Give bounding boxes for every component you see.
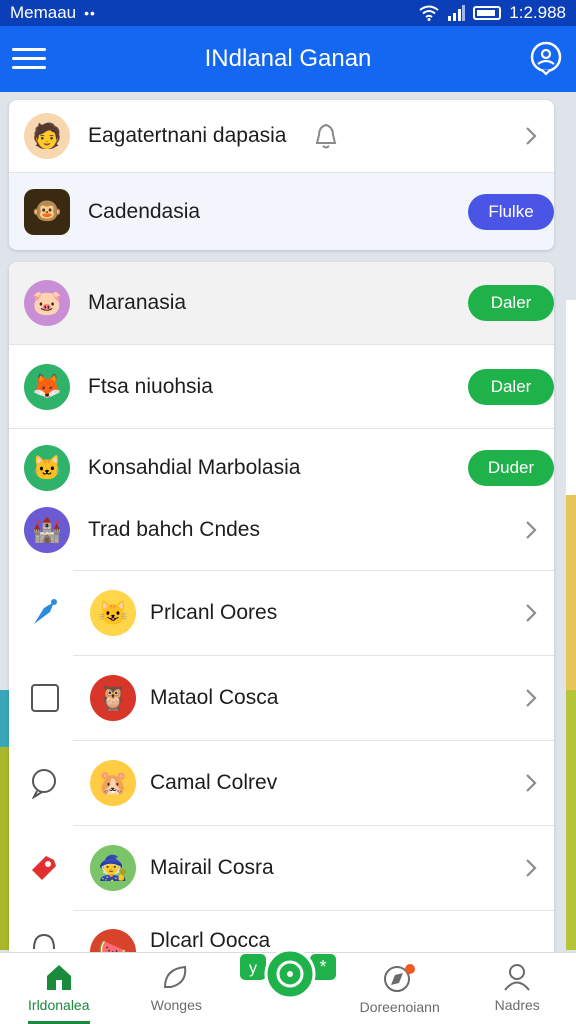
chevron-right-icon [526,689,537,707]
bell-icon[interactable] [311,121,341,151]
list-item-label: Maranasia [88,291,187,314]
list-item[interactable]: 🐱 Konsahdial Marbolasia Duder [9,429,554,507]
home-icon [46,965,71,990]
list-item-label: Camal Colrev [150,771,278,794]
list-item[interactable]: 🦊 Ftsa niuohsia Daler [9,345,554,428]
battery-icon [473,6,502,20]
support-chat-icon[interactable] [528,40,564,76]
follow-button[interactable]: Flulke [468,193,554,230]
nav-discover[interactable]: Doreenoiann [341,953,459,1024]
avatar: 🦉 [90,675,136,721]
deal-button[interactable]: Daler [468,368,554,405]
svg-text:y: y [249,960,257,977]
featured-card: 🧑 Eagatertnani dapasia 🐵 Cadendasia Flul… [9,100,554,250]
page-title: INdlanal Ganan [204,45,372,72]
list-item[interactable]: 🦉 Mataol Cosca [9,656,554,740]
avatar: 🦊 [24,363,70,410]
list-item[interactable]: 😺 Prlcanl Oores [9,571,554,655]
chevron-right-icon [526,521,537,539]
leaf-icon [164,965,187,988]
avatar: 🐵 [24,188,70,235]
main-list-card: 🐷 Maranasia Daler 🦊 Ftsa niuohsia Daler … [9,262,554,952]
notification-dots: •• [84,5,96,21]
avatar: 🧙 [90,845,136,891]
pin-icon [34,599,57,624]
list-item-label: Cadendasia [88,199,201,223]
headset-icon [33,933,55,950]
list-item-label: Prlcanl Oores [150,601,278,624]
wifi-icon [419,5,439,21]
nav-profile[interactable]: Nadres [458,953,576,1024]
list-item[interactable]: 🐷 Maranasia Daler [9,262,554,344]
deal-button[interactable]: Daler [468,285,554,321]
menu-button[interactable] [12,44,46,74]
background-strip-right [566,300,576,950]
square-icon [31,684,59,712]
hamburger-icon-line [12,57,46,60]
list-item-label: Mataol Cosca [150,686,279,709]
nav-wonges[interactable]: Wonges [118,953,236,1024]
nav-label: Doreenoiann [359,999,440,1015]
svg-text:*: * [319,957,326,977]
hamburger-icon-line [12,66,46,69]
nav-home[interactable]: Irldonalea [0,953,118,1024]
avatar: 🧑 [24,113,70,159]
hamburger-icon [12,48,46,51]
avatar: 😺 [90,590,136,636]
chevron-right-icon [526,604,537,622]
list-item[interactable]: 🧑 Eagatertnani dapasia [9,100,554,172]
list-item-label: Konsahdial Marbolasia [88,456,301,479]
chevron-right-icon [526,859,537,877]
compass-icon [383,964,415,992]
app-bar: INdlanal Ganan [0,26,576,92]
clock: 1:2.988 [509,3,566,22]
chevron-right-icon [526,774,537,792]
rocket-icon [32,856,56,880]
avatar: 🍉 [90,929,136,952]
chat-bubble-icon [31,769,56,799]
center-action-button[interactable]: y * [240,944,336,1004]
list-item[interactable]: 🐵 Cadendasia Flulke [9,173,554,250]
avatar: 🐷 [24,280,70,326]
list-item[interactable]: 🐹 Camal Colrev [9,741,554,825]
list-item-label: Eagatertnani dapasia [88,124,287,147]
nav-label: Irldonalea [28,997,90,1013]
list-item-label: Trad bahch Cndes [88,518,260,541]
nav-label: Nadres [494,997,540,1013]
list-item-label: Mairail Cosra [150,856,274,879]
person-icon [504,964,530,991]
avatar: 🐱 [24,445,70,491]
list-item-label: Ftsa niuohsia [88,374,213,398]
chevron-right-icon [526,127,537,145]
avatar: 🏰 [24,507,70,553]
list-item[interactable]: 🧙 Mairail Cosra [9,826,554,910]
status-bar: Memaau •• 1:2.988 [0,0,576,26]
signal-icon [448,5,466,21]
avatar: 🐹 [90,760,136,806]
nav-label: Wonges [150,997,202,1013]
list-item[interactable]: 🏰 Trad bahch Cndes [9,500,554,560]
carrier-label: Memaau [10,3,77,22]
deal-button[interactable]: Duder [468,450,554,486]
